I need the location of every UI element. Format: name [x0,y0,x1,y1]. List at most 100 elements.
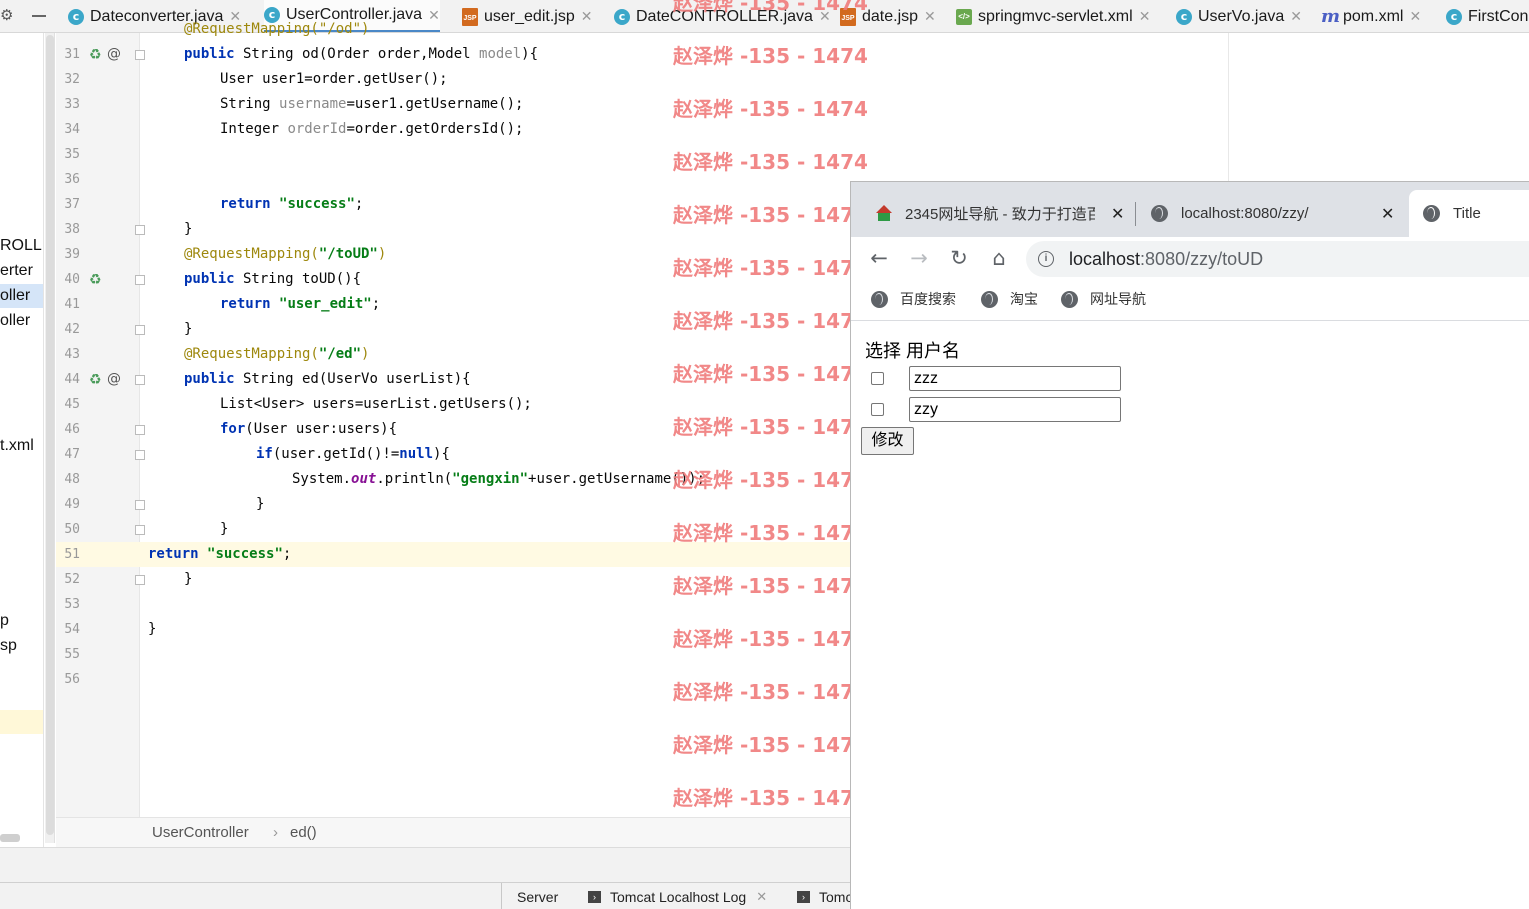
watermark-text: 赵泽烨 -135 - 1474 [673,627,868,651]
tab-springmvc-servlet-xml[interactable]: </> springmvc-servlet.xml ✕ [956,0,1151,32]
breadcrumb-method[interactable]: ed() [290,818,317,848]
tree-item[interactable]: oller [0,309,30,333]
watermark-text: 赵泽烨 -135 - 1474 [673,309,868,333]
tree-item-selected[interactable]: oller [0,284,43,308]
reload-icon[interactable]: ↻ [947,246,971,270]
fold-marker[interactable] [135,325,145,335]
browser-tab-localhost[interactable]: localhost:8080/zzy/ ✕ [1151,190,1399,237]
scrollbar-thumb[interactable] [46,35,54,835]
code-token: orderId [287,121,347,137]
bookmark-label: 淘宝 [1010,291,1038,307]
line-number: 37 [64,197,80,212]
watermark-text: 赵泽烨 -135 - 1474 [673,362,868,386]
browser-tab-title-active[interactable]: Title [1409,190,1529,237]
browser-tab-title: 2345网址导航 - 致力于打造百 [905,206,1095,223]
request-mapping-icon[interactable]: @ [107,367,121,392]
fold-marker[interactable] [135,50,145,60]
tab-user-edit-jsp[interactable]: JSP user_edit.jsp ✕ [462,0,593,32]
tree-item[interactable]: p [0,609,9,633]
jsp-file-icon: JSP [462,7,478,26]
close-icon[interactable]: ✕ [1139,8,1151,25]
watermark-text: 赵泽烨 -135 - 1474 [673,680,868,704]
browser-tab-2345[interactable]: 2345网址导航 - 致力于打造百 ✕ [875,190,1127,237]
horizontal-scrollbar[interactable] [0,834,20,842]
tab-tomcat-partial[interactable]: › Tomc [797,883,852,909]
close-icon[interactable]: ✕ [581,8,593,25]
line-number: 38 [64,222,80,237]
watermark-text: 赵泽烨 -135 - 1474 [673,733,868,757]
back-arrow-icon[interactable]: ← [867,246,891,270]
close-icon[interactable]: ✕ [924,8,936,25]
fold-marker[interactable] [135,375,145,385]
request-mapping-icon[interactable]: @ [107,42,121,67]
web-page-content: 选择 用户名 zzz zzy 修改 [851,322,1529,909]
tree-item[interactable]: erter [0,259,33,283]
line-number: 54 [64,622,80,637]
close-icon[interactable]: ✕ [756,882,767,909]
fold-marker[interactable] [135,225,145,235]
tree-item[interactable]: t.xml [0,434,34,458]
user-checkbox-1[interactable] [871,372,884,385]
close-icon[interactable]: ✕ [428,7,440,24]
fold-marker[interactable] [135,500,145,510]
code-token: model [479,46,522,62]
fold-marker[interactable] [135,275,145,285]
fold-marker[interactable] [135,575,145,585]
bookmark-taobao[interactable]: 淘宝 [981,289,1038,309]
code-token: public [184,371,235,387]
watermark-text: 赵泽烨 -135 - 1474 [673,0,868,15]
close-icon[interactable]: ✕ [1290,8,1302,25]
tab-tomcat-localhost-log[interactable]: › Tomcat Localhost Log ✕ [588,883,767,909]
spring-bean-icon[interactable]: ♻ [89,267,102,292]
code-token: public [184,271,235,287]
username-field-1[interactable]: zzz [909,366,1121,391]
bookmark-baidu[interactable]: 百度搜索 [871,289,956,309]
fold-marker[interactable] [135,525,145,535]
tree-item[interactable]: ROLLER [0,234,43,258]
gear-icon[interactable]: ⚙ [0,8,16,24]
spring-bean-icon[interactable]: ♻ [89,42,102,67]
line-number: 33 [64,97,80,112]
browser-tab-title: Title [1453,205,1481,222]
project-scrollbar[interactable] [45,33,55,843]
home-icon[interactable]: ⌂ [987,246,1011,270]
breadcrumb-separator: › [273,824,278,841]
tab-server[interactable]: Server [517,883,558,909]
modify-button[interactable]: 修改 [861,427,914,455]
code-line-44: public String ed(UserVo userList){ [184,367,471,392]
user-checkbox-2[interactable] [871,403,884,416]
code-token: ; [371,296,381,312]
maven-icon: m [1321,5,1341,27]
username-field-2[interactable]: zzy [909,397,1121,422]
bookmark-url-nav[interactable]: 网址导航 [1061,289,1146,309]
close-icon[interactable]: ✕ [1111,204,1124,224]
code-token: .println( [376,471,453,487]
close-icon[interactable]: ✕ [1381,204,1394,224]
fold-marker[interactable] [135,425,145,435]
tab-label: Tomc [819,888,853,905]
breadcrumb-class[interactable]: UserController [152,818,249,848]
line-number: 40 [64,272,80,287]
tab-label: date.jsp [862,7,919,25]
spring-bean-icon[interactable]: ♻ [89,367,102,392]
code-token: System. [292,471,352,487]
tab-divider [1135,202,1136,226]
info-icon[interactable]: i [1038,251,1054,267]
tab-uservo-java[interactable]: c UserVo.java ✕ [1176,0,1302,32]
address-url[interactable]: localhost:8080/zzy/toUD [1069,241,1263,277]
tab-firstcon[interactable]: c FirstCon [1446,0,1528,32]
line-number: 42 [64,322,80,337]
minimize-icon[interactable] [32,15,46,17]
code-line-37: return "success"; [220,192,363,217]
close-icon[interactable]: ✕ [1409,8,1421,25]
fold-marker[interactable] [135,450,145,460]
tree-item[interactable]: sp [0,634,17,658]
code-token: return [220,196,271,212]
browser-tab-title: localhost:8080/zzy/ [1181,205,1309,222]
forward-arrow-icon[interactable]: → [907,246,931,270]
line-number: 55 [64,647,80,662]
address-bar[interactable]: i localhost:8080/zzy/toUD [1026,241,1529,277]
tab-pom-xml[interactable]: m pom.xml ✕ [1321,0,1421,32]
code-token: "gengxin" [452,471,529,487]
